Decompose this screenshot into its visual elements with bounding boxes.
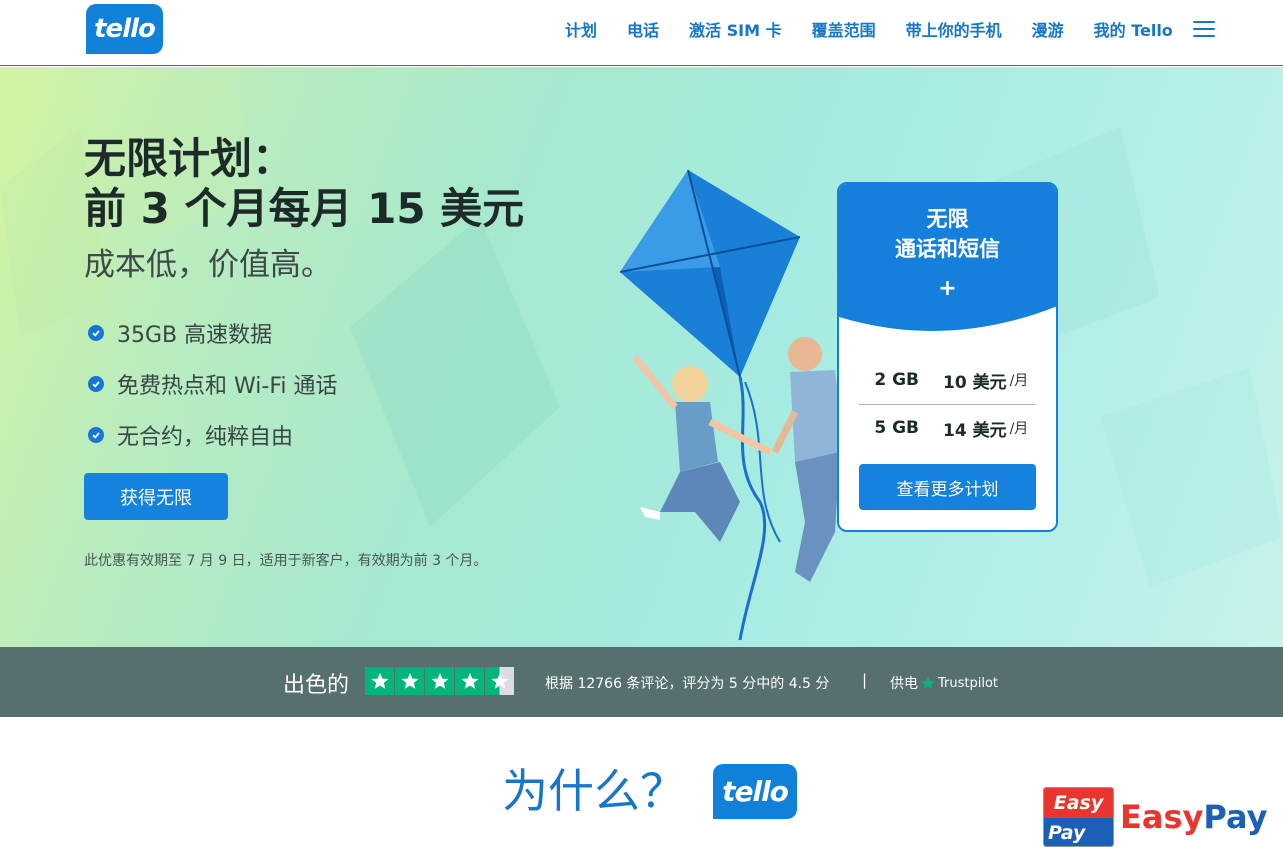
- trustpilot-star-icon: [921, 676, 935, 690]
- plus-sign: +: [938, 276, 957, 301]
- rating-word: 出色的: [283, 673, 350, 698]
- nav-coverage[interactable]: 覆盖范围: [812, 17, 876, 41]
- kite-couple-image: [619, 169, 845, 641]
- plan-data: 5 GB: [874, 418, 919, 438]
- hero-title: 无限计划： 前 3 个月每月 15 美元: [84, 134, 524, 234]
- easypay-box-top: Easy: [1044, 788, 1113, 818]
- feature-text: 免费热点和 Wi-Fi 通话: [117, 373, 338, 399]
- provided-by-label: 供电: [890, 676, 918, 692]
- plan-heading-line1: 无限: [926, 207, 969, 231]
- plan-period: /月: [1009, 421, 1029, 437]
- separator: |: [862, 671, 868, 689]
- main-nav: 计划 电话 激活 SIM 卡 覆盖范围 带上你的手机 漫游 我的 Tello: [550, 0, 1188, 58]
- nav-phones[interactable]: 电话: [627, 17, 659, 41]
- half-star-icon: [485, 667, 515, 695]
- nav-roaming[interactable]: 漫游: [1032, 17, 1064, 41]
- plan-row[interactable]: 5 GB 14 美元 /月: [859, 406, 1036, 450]
- trustpilot-attribution[interactable]: 供电 Trustpilot: [890, 673, 998, 693]
- easypay-word-part1: Easy: [1120, 798, 1204, 836]
- star-icon: [395, 667, 425, 695]
- hero-title-line1: 无限计划：: [84, 134, 295, 183]
- easypay-wordmark: EasyPay: [1120, 798, 1267, 836]
- plan-heading-line2: 通话和短信: [895, 237, 1000, 261]
- easypay-word-part2: Pay: [1203, 798, 1268, 836]
- feature-item: 无合约，纯粹自由: [88, 409, 337, 460]
- offer-disclaimer: 此优惠有效期至 7 月 9 日，适用于新客户，有效期为前 3 个月。: [84, 553, 488, 569]
- hero-subtitle: 成本低，价值高。: [84, 247, 332, 283]
- review-summary[interactable]: 根据 12766 条评论，评分为 5 分中的 4.5 分: [545, 673, 829, 693]
- hero-title-line2: 前 3 个月每月 15 美元: [84, 184, 525, 233]
- nav-plans[interactable]: 计划: [565, 17, 597, 41]
- nav-activate-sim[interactable]: 激活 SIM 卡: [689, 17, 782, 41]
- easypay-logo: Easy Pay: [1043, 787, 1114, 847]
- plan-period: /月: [1009, 373, 1029, 389]
- plan-card: 无限 通话和短信 + 2 GB 10 美元 /月 5 GB 14 美元 /月 查…: [837, 182, 1058, 532]
- easypay-box-bottom: Pay: [1044, 818, 1113, 846]
- why-tello-logo: tello: [713, 764, 797, 819]
- check-icon: [88, 426, 104, 443]
- feature-item: 35GB 高速数据: [88, 307, 337, 358]
- feature-text: 35GB 高速数据: [117, 322, 273, 348]
- star-rating[interactable]: [365, 667, 515, 695]
- trustpilot-name: Trustpilot: [938, 675, 999, 691]
- view-more-plans-button[interactable]: 查看更多计划: [859, 464, 1036, 510]
- plan-price: 14 美元: [943, 420, 1007, 441]
- feature-text: 无合约，纯粹自由: [117, 424, 294, 450]
- plan-data: 2 GB: [874, 370, 919, 390]
- star-icon: [365, 667, 395, 695]
- tello-logo[interactable]: tello: [86, 4, 163, 54]
- logo-text: tello: [94, 14, 156, 44]
- hero-section: 无限计划： 前 3 个月每月 15 美元 成本低，价值高。 35GB 高速数据 …: [0, 67, 1283, 647]
- nav-my-tello[interactable]: 我的 Tello: [1094, 17, 1173, 41]
- nav-bring-phone[interactable]: 带上你的手机: [906, 17, 1002, 41]
- check-icon: [88, 375, 104, 392]
- trustpilot-bar: 出色的 根据 12766 条评论，评分为 5 分中的 4.5 分 | 供电 Tr…: [0, 647, 1283, 717]
- site-header: tello 计划 电话 激活 SIM 卡 覆盖范围 带上你的手机 漫游 我的 T…: [0, 0, 1283, 66]
- get-unlimited-button[interactable]: 获得无限: [84, 473, 228, 520]
- feature-list: 35GB 高速数据 免费热点和 Wi-Fi 通话 无合约，纯粹自由: [88, 307, 337, 460]
- plan-divider: [859, 404, 1036, 405]
- star-icon: [425, 667, 455, 695]
- plan-row[interactable]: 2 GB 10 美元 /月: [859, 358, 1036, 402]
- feature-item: 免费热点和 Wi-Fi 通话: [88, 358, 337, 409]
- star-icon: [455, 667, 485, 695]
- why-logo-text: tello: [722, 775, 789, 808]
- plan-card-heading: 无限 通话和短信: [839, 204, 1056, 264]
- check-icon: [88, 324, 104, 341]
- why-heading: 为什么？: [502, 764, 686, 818]
- menu-icon[interactable]: [1193, 21, 1215, 37]
- plan-price: 10 美元: [943, 372, 1007, 393]
